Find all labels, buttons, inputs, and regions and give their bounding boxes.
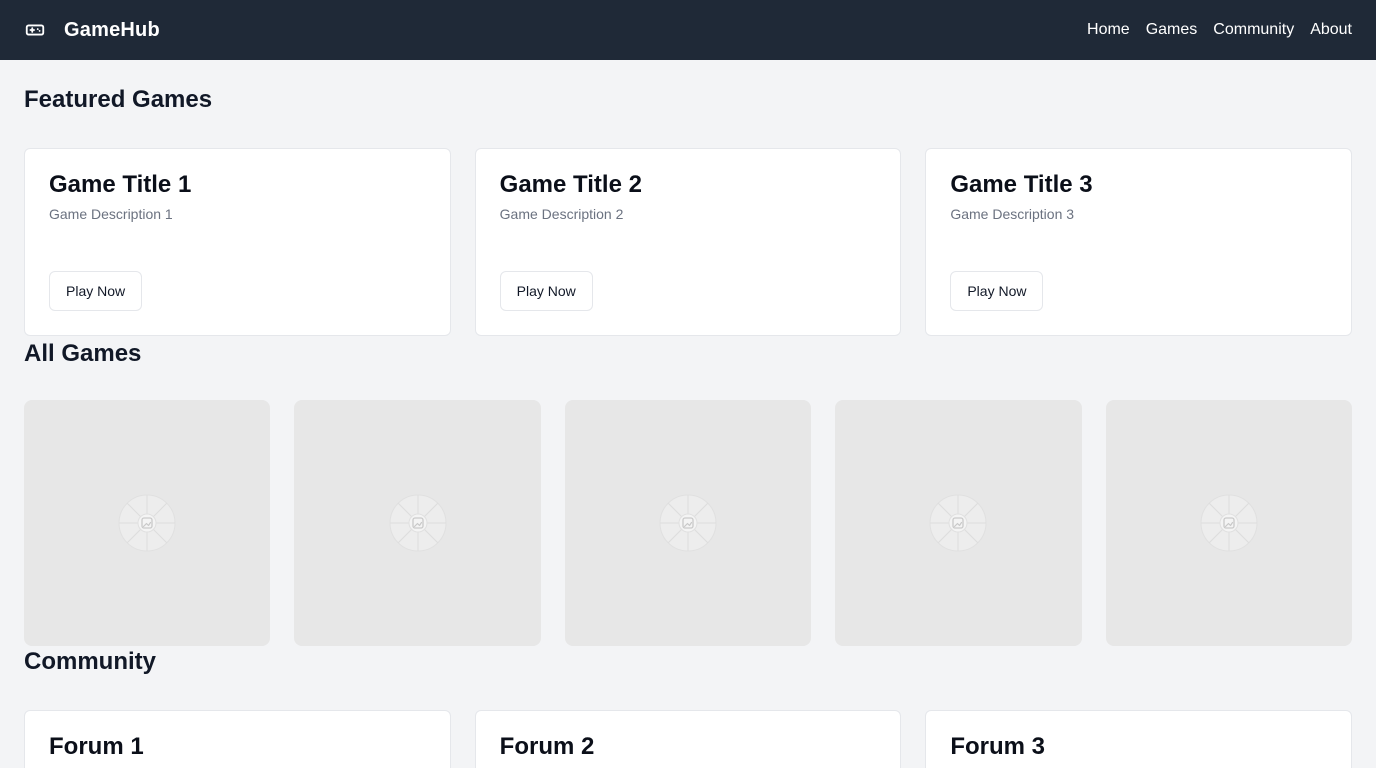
gamepad-icon — [24, 19, 46, 41]
card-title: Game Title 3 — [950, 171, 1093, 198]
featured-card-2: Game Title 2 Game Description 2 Play Now — [474, 148, 902, 336]
main-nav: Home Games Community About — [1087, 21, 1352, 39]
game-thumbnail[interactable] — [24, 400, 271, 646]
main-content: Featured Games Game Title 1 Game Descrip… — [0, 60, 1376, 768]
nav-community[interactable]: Community — [1213, 21, 1294, 39]
featured-card-1: Game Title 1 Game Description 1 Play Now — [24, 148, 451, 336]
forum-card-1[interactable]: Forum 1 — [24, 710, 451, 768]
image-placeholder-icon — [656, 491, 720, 555]
forum-title: Forum 2 — [499, 733, 595, 760]
brand[interactable]: GameHub — [24, 19, 160, 42]
forum-card-3[interactable]: Forum 3 — [925, 710, 1352, 768]
image-placeholder-icon — [926, 491, 990, 555]
featured-section: Featured Games Game Title 1 Game Descrip… — [24, 60, 1352, 336]
featured-card-3: Game Title 3 Game Description 3 Play Now — [925, 148, 1352, 336]
community-section: Community Forum 1 Forum 2 Forum 3 — [24, 646, 1352, 768]
game-thumbnail[interactable] — [835, 400, 1082, 646]
card-description: Game Description 1 — [49, 205, 173, 222]
card-description: Game Description 2 — [499, 205, 624, 222]
forum-card-2[interactable]: Forum 2 — [474, 710, 902, 768]
all-games-grid — [24, 400, 1352, 646]
featured-title-wrap: Featured Games — [24, 60, 1352, 148]
card-title: Game Title 1 — [49, 171, 192, 198]
image-placeholder-icon — [1197, 491, 1261, 555]
play-now-button[interactable]: Play Now — [49, 271, 143, 311]
play-now-button[interactable]: Play Now — [499, 271, 593, 311]
nav-about[interactable]: About — [1310, 21, 1352, 39]
featured-cards: Game Title 1 Game Description 1 Play Now… — [24, 148, 1352, 336]
game-thumbnail[interactable] — [1105, 400, 1352, 646]
community-title-wrap: Community — [24, 646, 1352, 710]
play-now-button[interactable]: Play Now — [950, 271, 1044, 311]
nav-games[interactable]: Games — [1146, 21, 1198, 39]
image-placeholder-icon — [386, 491, 450, 555]
all-games-title-wrap: All Games — [24, 336, 1352, 400]
top-navbar: GameHub Home Games Community About — [0, 0, 1376, 60]
game-thumbnail[interactable] — [564, 400, 812, 646]
all-games-section: All Games — [24, 336, 1352, 646]
card-title: Game Title 2 — [499, 171, 642, 198]
forum-title: Forum 1 — [49, 733, 144, 760]
community-title: Community — [24, 648, 156, 675]
forum-cards: Forum 1 Forum 2 Forum 3 — [24, 710, 1352, 768]
featured-title: Featured Games — [24, 86, 213, 113]
image-placeholder-icon — [115, 491, 179, 555]
forum-title: Forum 3 — [950, 733, 1046, 760]
game-thumbnail[interactable] — [294, 400, 541, 646]
nav-home[interactable]: Home — [1087, 21, 1130, 39]
brand-title: GameHub — [64, 18, 160, 41]
all-games-title: All Games — [24, 340, 142, 367]
card-description: Game Description 3 — [950, 205, 1075, 222]
